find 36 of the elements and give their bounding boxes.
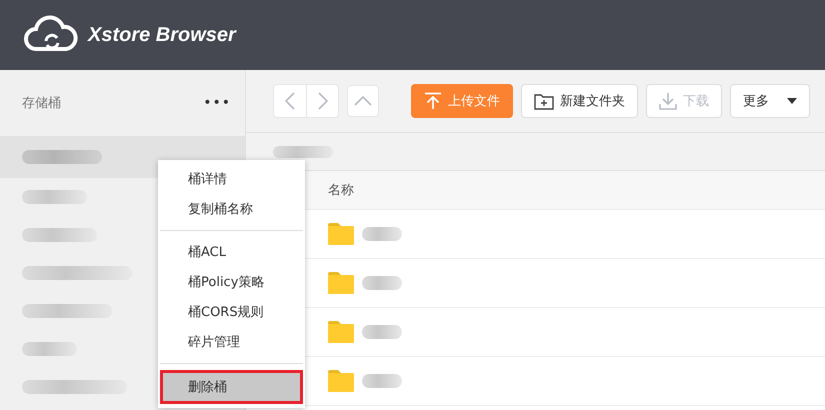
folder-icon xyxy=(328,370,354,392)
column-header: 名称 xyxy=(328,182,354,199)
redacted-bucket-name[interactable] xyxy=(22,380,127,394)
redacted-bucket-name[interactable] xyxy=(22,266,132,280)
folder-icon xyxy=(328,272,354,294)
upload-icon xyxy=(424,92,442,110)
menu-item[interactable]: 桶CORS规则 xyxy=(158,297,305,327)
redacted-bucket-name[interactable] xyxy=(22,342,77,356)
folder-icon xyxy=(328,321,354,343)
redacted-bucket-name[interactable] xyxy=(22,190,87,204)
up-icon xyxy=(354,96,372,106)
folder-icon xyxy=(328,223,354,245)
redacted-name xyxy=(362,374,402,388)
menu-item[interactable]: 删除桶 xyxy=(160,370,303,404)
menu-item[interactable]: 桶详情 xyxy=(158,164,305,194)
download-icon xyxy=(659,92,677,110)
sidebar-title: 存储桶 xyxy=(22,95,61,112)
more-dropdown[interactable]: 更多 xyxy=(730,84,810,118)
menu-item[interactable]: 碎片管理 xyxy=(158,327,305,357)
app-title: Xstore Browser xyxy=(88,24,236,46)
more-menu-button[interactable]: ••• xyxy=(203,95,231,111)
new-folder-icon xyxy=(534,92,554,110)
redacted-bucket-name[interactable] xyxy=(22,304,112,318)
redacted-bucket-name[interactable] xyxy=(22,228,97,242)
caret-icon xyxy=(787,98,797,104)
menu-item[interactable]: 桶Policy策略 xyxy=(158,267,305,297)
redacted-name xyxy=(362,325,402,339)
redacted-name xyxy=(362,227,402,241)
redacted-name xyxy=(362,276,402,290)
new-folder-button[interactable]: 新建文件夹 xyxy=(521,84,638,118)
forward-icon xyxy=(318,92,328,110)
menu-item[interactable]: 复制桶名称 xyxy=(158,194,305,224)
back-icon xyxy=(285,92,295,110)
redacted-path xyxy=(273,146,333,158)
redacted-bucket-name[interactable] xyxy=(22,150,102,164)
menu-item[interactable]: 桶ACL xyxy=(158,237,305,267)
